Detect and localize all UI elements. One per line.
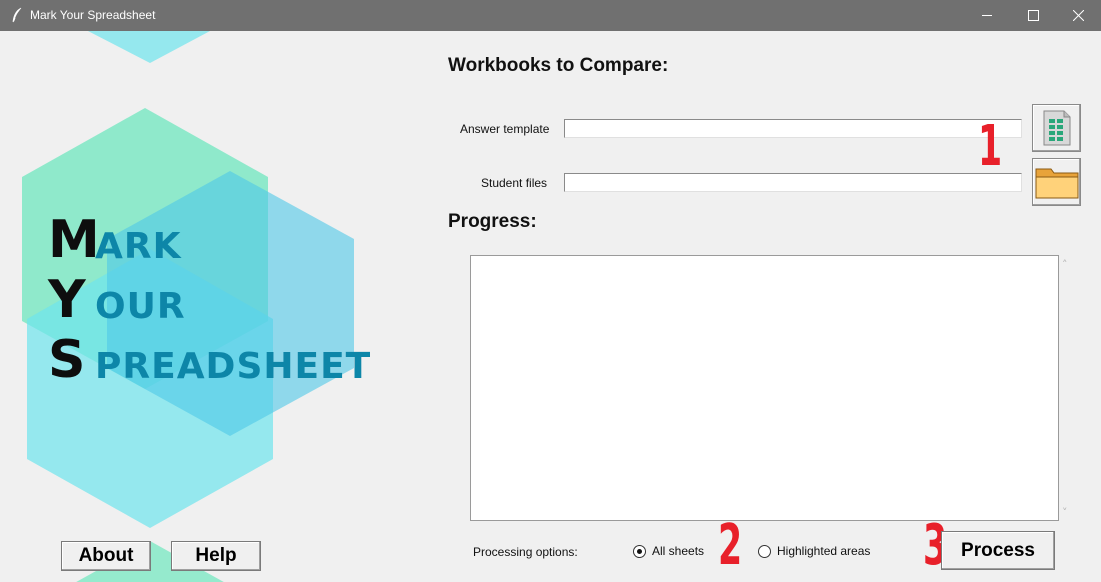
scroll-up-arrow-icon[interactable]: ˄ <box>1062 258 1068 271</box>
logo-rest-preadsheet: PREADSHEET <box>95 346 372 387</box>
radio-highlighted-areas-label: Highlighted areas <box>777 544 871 558</box>
radio-all-sheets-label: All sheets <box>652 544 705 558</box>
logo-initial-s: S <box>48 330 87 390</box>
minimize-icon <box>981 15 992 16</box>
logo-initial-y: Y <box>48 270 87 330</box>
processing-options-label: Processing options: <box>473 545 578 559</box>
workbooks-heading: Workbooks to Compare: <box>448 55 669 76</box>
spreadsheet-icon <box>1043 110 1070 146</box>
student-files-input[interactable] <box>564 173 1022 192</box>
student-files-label: Student files <box>481 176 548 190</box>
scroll-down-arrow-icon[interactable]: ˅ <box>1062 506 1068 519</box>
process-button[interactable]: Process <box>941 531 1055 570</box>
progress-heading: Progress: <box>448 211 537 232</box>
logo-rest-our: OUR <box>95 286 186 327</box>
browse-answer-template-button[interactable] <box>1032 104 1081 152</box>
radio-selected-icon <box>633 544 646 558</box>
title-bar[interactable]: Mark Your Spreadsheet <box>0 0 1101 31</box>
folder-icon <box>1035 168 1078 199</box>
browse-student-files-button[interactable] <box>1032 158 1081 206</box>
progress-log[interactable] <box>470 255 1059 521</box>
answer-template-input[interactable] <box>564 119 1022 138</box>
maximize-button[interactable] <box>1010 0 1056 31</box>
radio-all-sheets[interactable]: All sheets <box>633 544 704 558</box>
main-window: Mark Your Spreadsheet M ARK Y OUR S PREA… <box>0 0 1101 582</box>
feather-icon <box>12 7 22 23</box>
close-icon <box>1072 10 1084 21</box>
close-button[interactable] <box>1055 0 1101 31</box>
radio-highlighted-areas[interactable]: Highlighted areas <box>758 544 870 558</box>
logo-artwork: M ARK Y OUR S PREADSHEET <box>0 31 430 582</box>
window-title: Mark Your Spreadsheet <box>30 8 156 22</box>
about-button[interactable]: About <box>61 541 151 571</box>
logo-rest-ark: ARK <box>95 226 182 267</box>
step-number-1: 1 <box>978 114 1003 179</box>
minimize-button[interactable] <box>964 0 1010 31</box>
maximize-icon <box>1027 10 1039 21</box>
logo-initial-m: M <box>48 210 101 270</box>
help-button[interactable]: Help <box>171 541 261 571</box>
step-number-2: 2 <box>718 513 743 578</box>
radio-unselected-icon <box>758 544 771 558</box>
answer-template-label: Answer template <box>460 122 550 136</box>
